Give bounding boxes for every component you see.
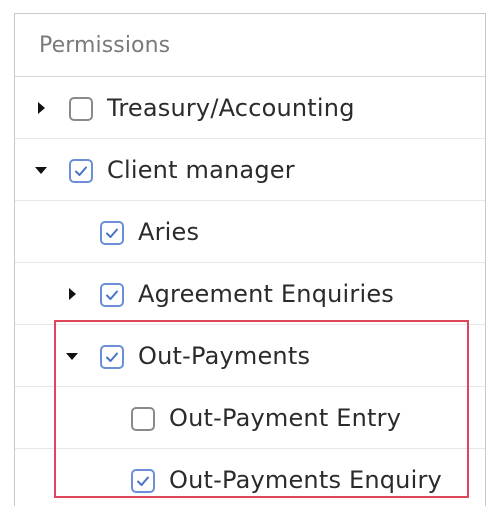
checkbox-treasury-accounting[interactable] xyxy=(69,97,93,121)
tree-item-agreement-enquiries[interactable]: Agreement Enquiries xyxy=(15,263,485,325)
checkmark-icon xyxy=(106,352,118,362)
panel-header: Permissions xyxy=(15,14,485,77)
tree-item-out-payments-enquiry[interactable]: Out-Payments Enquiry xyxy=(15,449,485,511)
tree-item-treasury-accounting[interactable]: Treasury/Accounting xyxy=(15,77,485,139)
checkbox-aries[interactable] xyxy=(100,221,124,245)
expand-arrow-icon[interactable] xyxy=(69,288,76,300)
tree-item-client-manager[interactable]: Client manager xyxy=(15,139,485,201)
checkmark-icon xyxy=(106,290,118,300)
checkmark-icon xyxy=(75,166,87,176)
tree-item-label: Aries xyxy=(138,218,200,246)
tree-item-label: Treasury/Accounting xyxy=(107,94,355,122)
checkbox-client-manager[interactable] xyxy=(69,159,93,183)
tree-item-out-payment-entry[interactable]: Out-Payment Entry xyxy=(15,387,485,449)
checkbox-out-payments-enquiry[interactable] xyxy=(131,469,155,493)
tree-item-label: Client manager xyxy=(107,156,295,184)
tree-item-label: Agreement Enquiries xyxy=(138,280,395,308)
permissions-panel: Permissions Treasury/Accounting Client m… xyxy=(14,13,486,506)
tree-item-aries[interactable]: Aries xyxy=(15,201,485,263)
checkmark-icon xyxy=(137,476,149,486)
tree-item-label: Out-Payments xyxy=(138,342,311,370)
tree-item-label: Out-Payments Enquiry xyxy=(169,466,442,494)
expand-arrow-icon[interactable] xyxy=(38,102,45,114)
checkmark-icon xyxy=(106,228,118,238)
checkbox-out-payment-entry[interactable] xyxy=(131,407,155,431)
collapse-arrow-icon[interactable] xyxy=(35,167,47,174)
checkbox-out-payments[interactable] xyxy=(100,345,124,369)
collapse-arrow-icon[interactable] xyxy=(66,353,78,360)
tree-item-label: Out-Payment Entry xyxy=(169,404,402,432)
panel-title: Permissions xyxy=(39,33,171,58)
tree-item-out-payments[interactable]: Out-Payments xyxy=(15,325,485,387)
checkbox-agreement-enquiries[interactable] xyxy=(100,283,124,307)
